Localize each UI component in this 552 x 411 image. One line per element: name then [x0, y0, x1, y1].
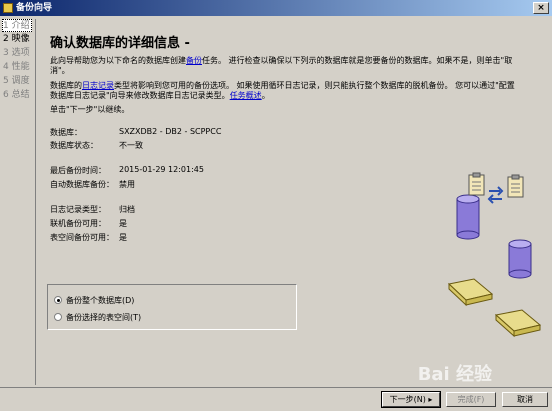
step-navigation: 1 介绍 2 映像 3 选项 4 性能 5 调度 6 总结 [1, 17, 33, 317]
selected-tablespaces-label[interactable]: 备份选择的表空间(T) [66, 312, 141, 323]
database-state-value: 不一致 [119, 141, 143, 150]
intro-text-a: 此向导帮助您为以下命名的数据库创建 [50, 56, 186, 65]
database-state-label: 数据库状态： [50, 141, 98, 150]
backup-illustration [447, 172, 542, 338]
whole-database-radio[interactable] [54, 296, 62, 304]
online-backup-value: 是 [119, 219, 127, 228]
app-icon [3, 3, 13, 13]
tray-icon [447, 278, 494, 307]
backup-scope-group: 备份整个数据库(D) 备份选择的表空间(T) [47, 284, 297, 330]
title-bar: 备份向导 × [0, 0, 552, 16]
selected-tablespaces-radio[interactable] [54, 313, 62, 321]
online-backup-label: 联机备份可用： [50, 219, 106, 228]
logging-text: 数据库的日志记录类型将影响到您可用的备份选项。 如果使用循环日志记录，则只能执行… [50, 81, 540, 101]
last-backup-value: 2015-01-29 12:01:45 [119, 165, 204, 174]
step-options: 3 选项 [3, 48, 30, 58]
page-title: 确认数据库的详细信息 - [50, 36, 190, 51]
logging-link[interactable]: 日志记录 [82, 81, 114, 90]
database-value: SXZXDB2 - DB2 - SCPPCC [119, 127, 222, 136]
sync-arrows-icon [487, 186, 504, 204]
cancel-button[interactable]: 取消 [502, 392, 548, 407]
intro-text-c: 消"。 [50, 66, 70, 75]
window-title: 备份向导 [16, 3, 53, 13]
tablespace-backup-value: 是 [119, 233, 127, 242]
auto-backup-label: 自动数据库备份： [50, 180, 114, 189]
next-button[interactable]: 下一步(N) ▸ [381, 391, 441, 408]
watermark: Bai 经验 [417, 364, 492, 385]
step-summary: 6 总结 [3, 90, 30, 100]
step-image[interactable]: 2 映像 [3, 33, 33, 46]
clipboard-icon [468, 172, 485, 196]
logging-text-d: 。 [261, 91, 270, 100]
whole-database-label[interactable]: 备份整个数据库(D) [66, 295, 134, 306]
target-database-icon [508, 239, 532, 279]
tray-icon-2 [494, 309, 542, 338]
auto-backup-value: 禁用 [119, 180, 135, 189]
logging-text-a: 数据库的 [50, 81, 82, 90]
wizard-page: 确认数据库的详细信息 - 此向导帮助您为以下命名的数据库创建备份任务。 进行检查… [35, 19, 550, 385]
intro-text-b: 任务。 进行检查以确保以下列示的数据库就是您要备份的数据库。如果不是，则单击"取 [202, 56, 513, 65]
button-bar: 下一步(N) ▸ 完成(F) 取消 [0, 387, 552, 411]
logging-text-b: 类型将影响到您可用的备份选项。 如果使用循环日志记录，则只能执行整个数据库的脱机… [114, 81, 515, 90]
close-button[interactable]: × [533, 2, 549, 14]
last-backup-label: 最后备份时间： [50, 166, 106, 175]
finish-button: 完成(F) [446, 392, 496, 407]
step-intro[interactable]: 1 介绍 [2, 19, 32, 32]
logging-type-value: 归档 [119, 205, 135, 214]
logging-text-c: 数据库日志记录"向导来修改数据库日志记录类型。 [50, 91, 230, 100]
task-overview-link[interactable]: 任务概述 [230, 91, 262, 100]
step-performance: 4 性能 [3, 62, 30, 72]
tablespace-backup-label: 表空间备份可用： [50, 233, 114, 242]
clipboard-icon-2 [507, 174, 524, 198]
step-schedule: 5 调度 [3, 76, 30, 86]
database-label: 数据库： [50, 128, 82, 137]
source-database-icon [456, 194, 480, 240]
intro-text: 此向导帮助您为以下命名的数据库创建备份任务。 进行检查以确保以下列示的数据库就是… [50, 56, 540, 76]
logging-type-label: 日志记录类型： [50, 205, 106, 214]
next-hint: 单击"下一步"以继续。 [50, 105, 130, 114]
backup-link[interactable]: 备份 [186, 56, 202, 65]
